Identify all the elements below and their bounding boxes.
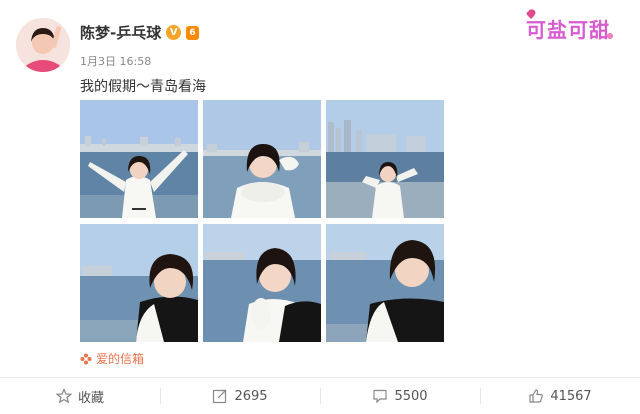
action-bar: 收藏 2695 5500 41567 [0,378,640,414]
source-tag-label: 爱的信箱 [96,352,145,366]
watermark-logo: 可盐可甜 [518,6,622,46]
photo-5[interactable] [203,224,321,342]
post-text: 我的假期～青岛看海 [80,79,206,95]
favorite-button[interactable]: 收藏 [0,378,160,414]
comment-icon [373,389,388,404]
level-badge: 6 [186,25,199,40]
author-name[interactable]: 陈梦-乒乓球 [80,22,161,43]
photo-3[interactable] [326,100,444,218]
author-row: 陈梦-乒乓球 V 6 [80,22,199,43]
avatar[interactable] [16,18,70,72]
repost-count: 2695 [234,388,268,404]
like-button[interactable]: 41567 [480,378,640,414]
photo-6[interactable] [326,224,444,342]
comment-button[interactable]: 5500 [320,378,480,414]
post-time[interactable]: 1月3日 16:58 [80,53,151,69]
watermark-text: 可盐可甜 [526,18,610,42]
verified-badge: V [166,25,182,40]
star-icon [55,388,72,404]
repost-button[interactable]: 2695 [160,378,320,414]
source-tag[interactable]: 爱的信箱 [80,350,144,367]
favorite-label: 收藏 [77,390,104,406]
repost-icon [213,389,227,404]
like-count: 41567 [550,388,592,404]
comment-count: 5500 [394,388,428,404]
photo-2[interactable] [203,100,321,218]
photo-4[interactable] [80,224,198,342]
photo-1[interactable] [80,100,198,218]
thumbs-up-icon [529,389,544,403]
flower-icon [80,353,92,364]
